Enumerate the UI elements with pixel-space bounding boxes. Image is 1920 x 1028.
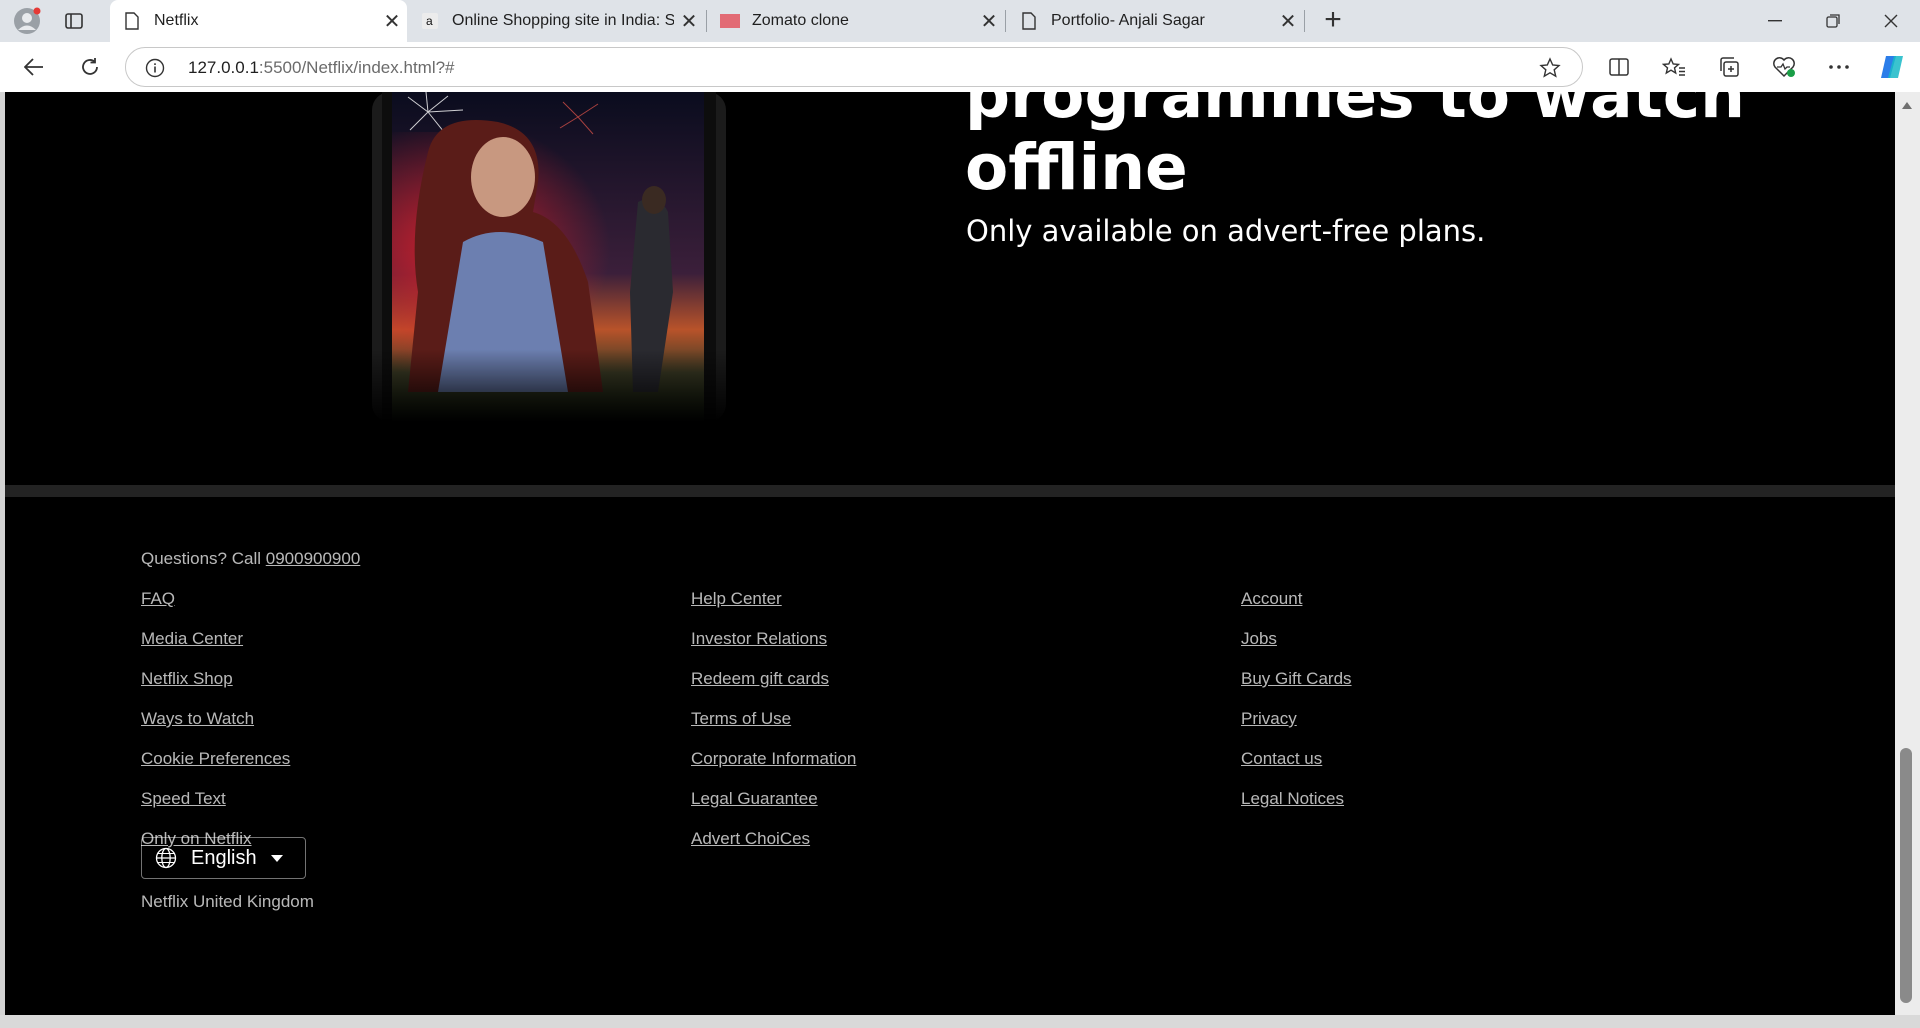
footer-link[interactable]: Investor Relations xyxy=(691,629,856,669)
language-value: English xyxy=(191,846,257,869)
phone-link[interactable]: 0900900900 xyxy=(266,549,361,568)
section-divider xyxy=(5,485,1895,497)
split-screen-icon[interactable] xyxy=(1606,55,1632,79)
url-host: 127.0.0.1 xyxy=(188,58,259,77)
hero-headline: programmes to watch offline xyxy=(965,92,1745,204)
questions-label: Questions? Call xyxy=(141,549,262,568)
netflix-page: programmes to watch offline Only availab… xyxy=(5,92,1895,1015)
new-tab-button[interactable]: + xyxy=(1318,3,1348,36)
language-select[interactable]: English xyxy=(141,837,306,879)
chevron-down-icon xyxy=(270,854,283,862)
footer-link[interactable]: Buy Gift Cards xyxy=(1241,669,1352,709)
footer-link[interactable]: Legal Notices xyxy=(1241,789,1352,829)
scroll-up-icon[interactable] xyxy=(1901,100,1913,110)
favorite-star-icon[interactable] xyxy=(1538,56,1562,80)
tab-title: Netflix xyxy=(154,12,199,29)
tab-zomato[interactable]: Zomato clone ✕ xyxy=(708,0,1004,42)
footer-link[interactable]: Advert ChoiCes xyxy=(691,829,856,869)
footer-link[interactable]: Corporate Information xyxy=(691,749,856,789)
footer-link[interactable]: Terms of Use xyxy=(691,709,856,749)
footer-link[interactable]: Privacy xyxy=(1241,709,1352,749)
footer-link[interactable]: Jobs xyxy=(1241,629,1352,669)
footer-link[interactable]: Account xyxy=(1241,589,1352,629)
footer-column-1: FAQ Media Center Netflix Shop Ways to Wa… xyxy=(141,589,290,869)
tab-title: Zomato clone xyxy=(752,12,849,29)
page-icon xyxy=(1019,11,1039,31)
hero-headline-line2: offline xyxy=(965,131,1188,204)
tab-separator xyxy=(1005,10,1006,32)
site-info-icon[interactable] xyxy=(144,57,166,79)
close-icon[interactable]: ✕ xyxy=(377,9,407,34)
amazon-icon: a xyxy=(420,11,440,31)
url-path: :5500/Netflix/index.html?# xyxy=(258,58,455,77)
footer: Questions? Call 0900900900 FAQ Media Cen… xyxy=(5,497,1895,1015)
back-icon[interactable] xyxy=(20,54,48,80)
close-icon[interactable]: ✕ xyxy=(974,9,1004,34)
close-icon[interactable]: ✕ xyxy=(674,9,704,34)
url-text[interactable]: 127.0.0.1:5500/Netflix/index.html?# xyxy=(188,58,455,78)
profile-avatar-icon[interactable] xyxy=(12,6,42,36)
footer-link[interactable]: Speed Text xyxy=(141,789,290,829)
close-window-icon[interactable] xyxy=(1876,8,1906,34)
phone-stranger-things-image xyxy=(368,92,730,422)
window-bottom-edge xyxy=(0,1015,1920,1028)
footer-link[interactable]: Ways to Watch xyxy=(141,709,290,749)
zomato-icon xyxy=(720,11,740,31)
questions-line: Questions? Call 0900900900 xyxy=(141,549,360,569)
tab-separator xyxy=(706,10,707,32)
footer-column-2: Help Center Investor Relations Redeem gi… xyxy=(691,589,856,869)
tab-netflix[interactable]: Netflix ✕ xyxy=(110,0,407,42)
reload-icon[interactable] xyxy=(76,54,104,80)
footer-link[interactable]: Media Center xyxy=(141,629,290,669)
browser-toolbar: 127.0.0.1:5500/Netflix/index.html?# xyxy=(0,42,1920,92)
country-label: Netflix United Kingdom xyxy=(141,892,314,911)
more-options-icon[interactable] xyxy=(1826,55,1852,79)
favorites-icon[interactable] xyxy=(1661,55,1687,79)
globe-icon xyxy=(155,847,177,869)
scrollbar-thumb[interactable] xyxy=(1900,748,1912,1003)
hero-subline: Only available on advert-free plans. xyxy=(966,214,1486,248)
address-bar[interactable]: 127.0.0.1:5500/Netflix/index.html?# xyxy=(125,47,1583,87)
footer-link[interactable]: Contact us xyxy=(1241,749,1352,789)
restore-icon[interactable] xyxy=(1818,8,1848,34)
tab-separator xyxy=(1304,10,1305,32)
hero-headline-line1: programmes to watch xyxy=(965,92,1745,132)
minimize-icon[interactable] xyxy=(1760,8,1790,34)
browser-tab-bar: Netflix ✕ a Online Shopping site in Indi… xyxy=(0,0,1920,42)
footer-column-3: Account Jobs Buy Gift Cards Privacy Cont… xyxy=(1241,589,1352,829)
footer-link[interactable]: Cookie Preferences xyxy=(141,749,290,789)
footer-link[interactable]: Netflix Shop xyxy=(141,669,290,709)
tab-amazon[interactable]: a Online Shopping site in India: Sho ✕ xyxy=(408,0,704,42)
collections-icon[interactable] xyxy=(1716,55,1742,79)
page-icon xyxy=(122,11,142,31)
copilot-icon[interactable] xyxy=(1876,51,1908,83)
footer-link[interactable]: Help Center xyxy=(691,589,856,629)
browser-essentials-icon[interactable] xyxy=(1771,55,1797,79)
svg-text:a: a xyxy=(426,14,433,28)
tab-title: Online Shopping site in India: Sho xyxy=(452,12,674,29)
footer-link[interactable]: FAQ xyxy=(141,589,290,629)
footer-link[interactable]: Legal Guarantee xyxy=(691,789,856,829)
tab-portfolio[interactable]: Portfolio- Anjali Sagar ✕ xyxy=(1007,0,1303,42)
tab-actions-icon[interactable] xyxy=(62,10,86,32)
footer-link[interactable]: Redeem gift cards xyxy=(691,669,856,709)
tab-title: Portfolio- Anjali Sagar xyxy=(1051,12,1205,29)
close-icon[interactable]: ✕ xyxy=(1273,9,1303,34)
